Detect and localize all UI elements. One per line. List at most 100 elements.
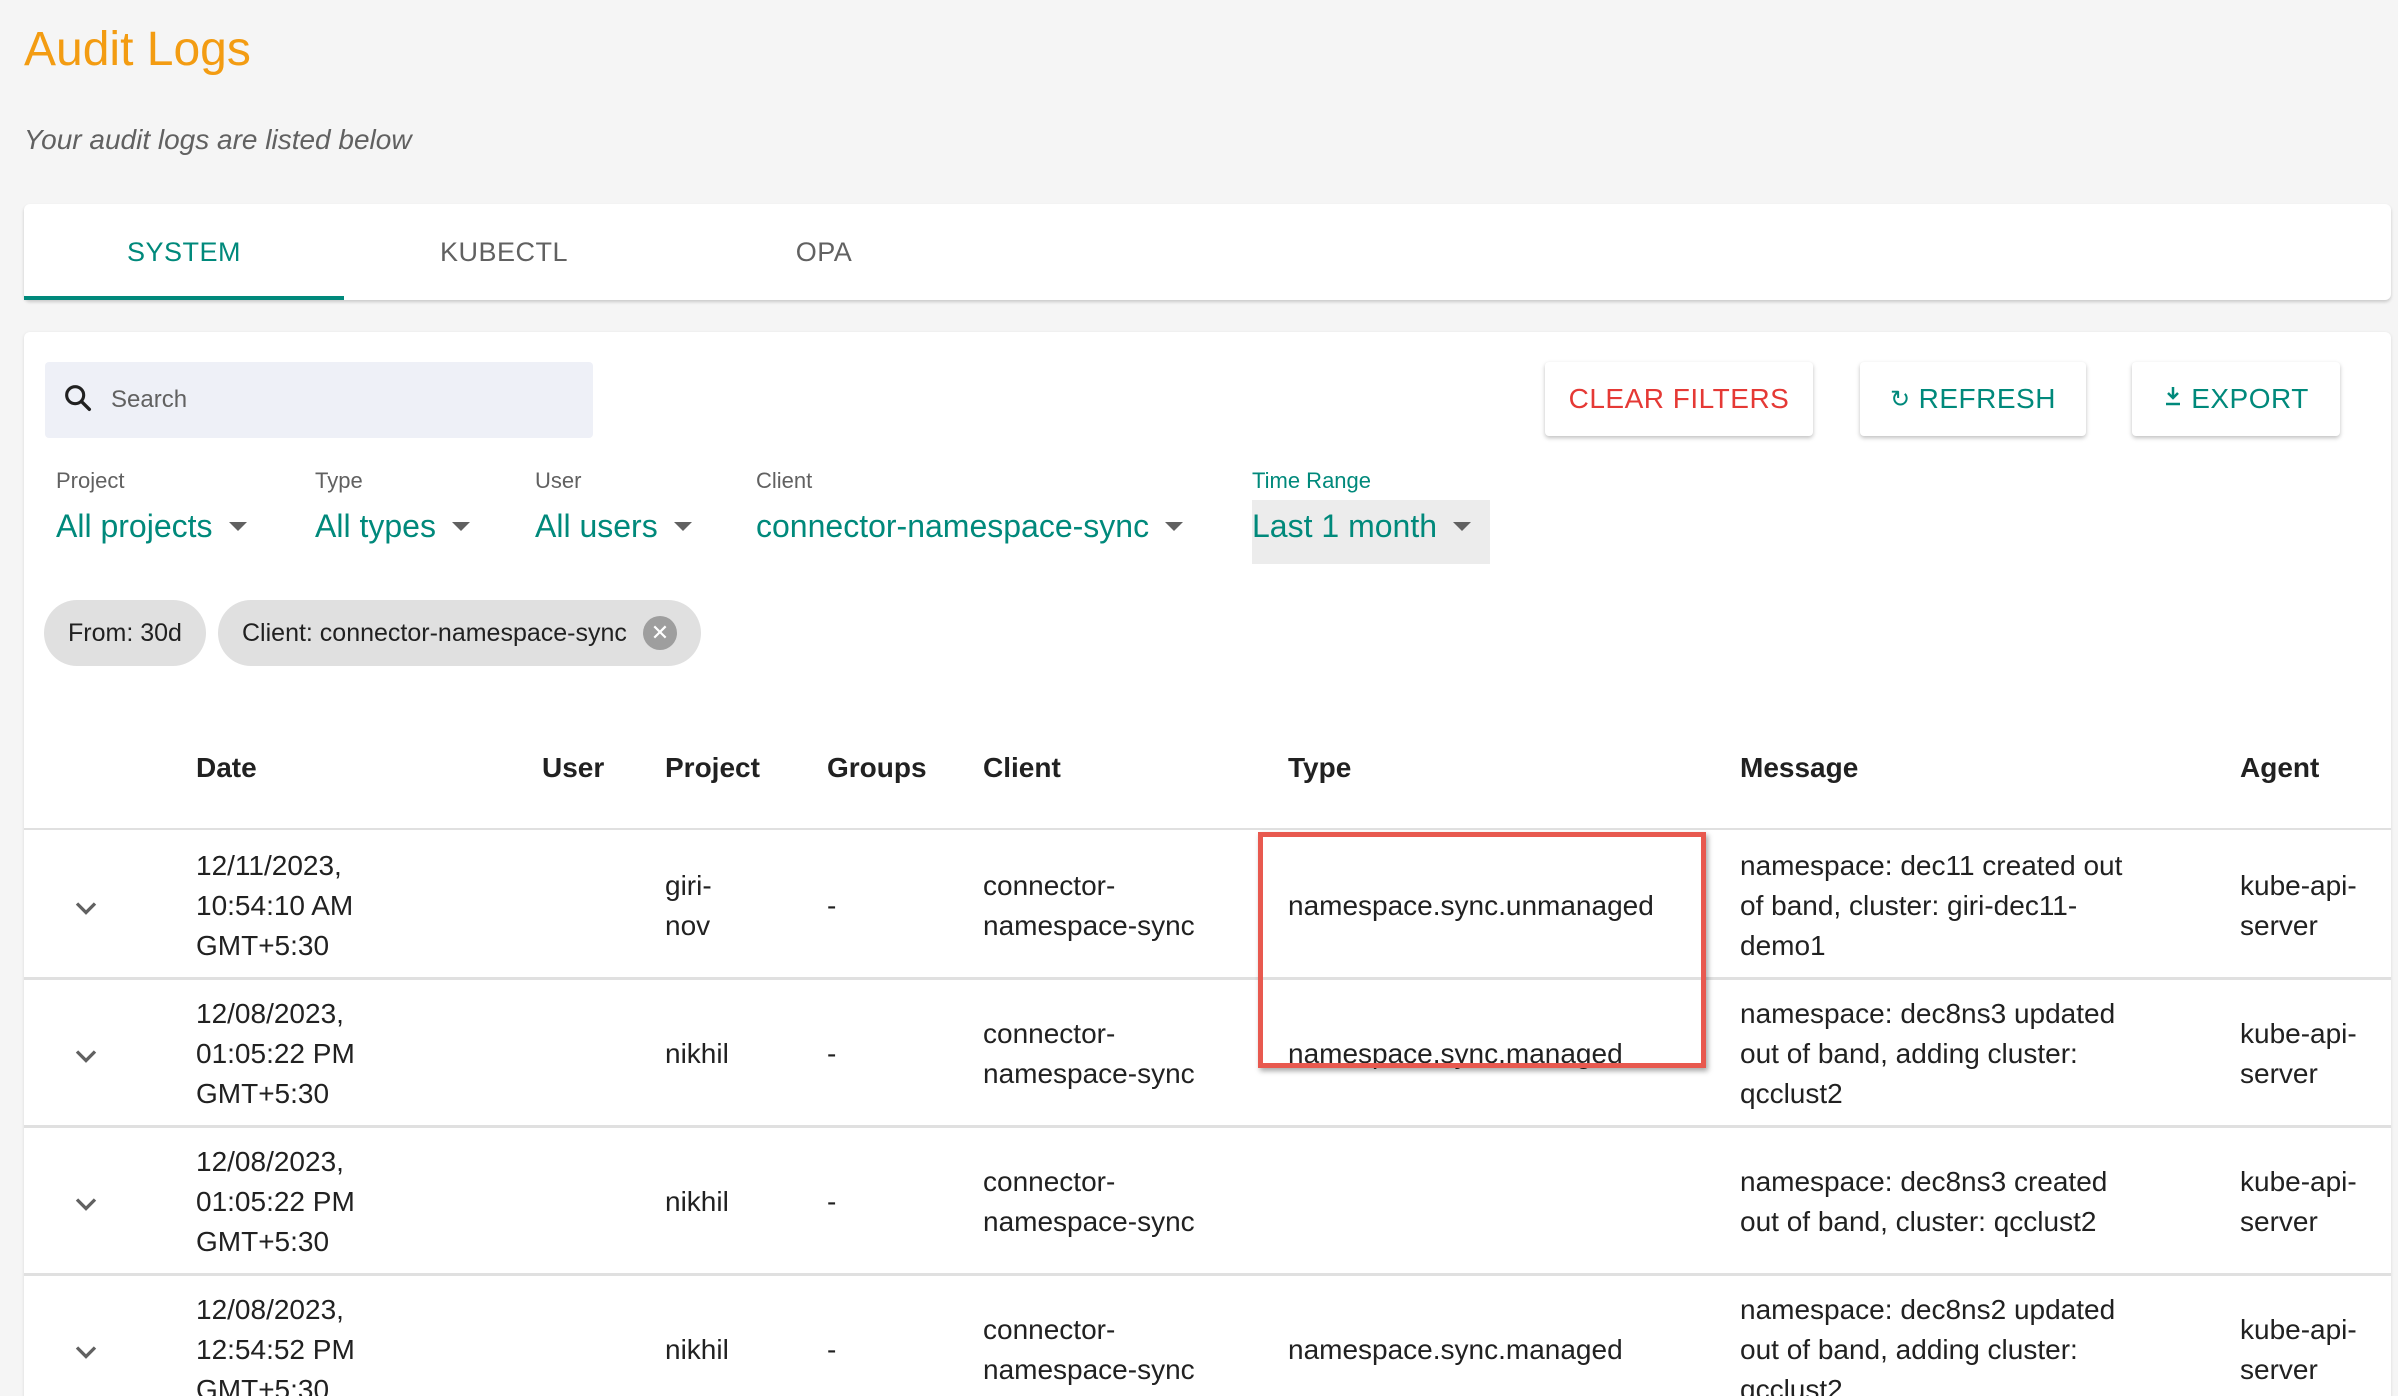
client-filter[interactable]: Client connector-namespace-sync (756, 468, 1184, 545)
user-filter-label: User (535, 468, 582, 493)
cell-message-line: namespace: dec8ns3 updated (1740, 998, 2116, 1029)
user-filter[interactable]: User All users (535, 468, 692, 545)
table-row[interactable]: 12/08/2023, 12:54:52 PM GMT+5:30 nikhil - con… (24, 1276, 2391, 1396)
cell-date: 12/08/2023, 12:54:52 PM GMT+5:30 (196, 1276, 355, 1396)
refresh-icon: ↻ (1890, 385, 1911, 413)
chevron-down-icon[interactable] (68, 1186, 104, 1222)
cell-date-line: 10:54:10 AM (196, 890, 354, 921)
column-header-project[interactable]: Project (665, 752, 760, 784)
tab-bar: SYSTEM KUBECTL OPA (24, 204, 2391, 300)
clear-filters-button[interactable]: CLEAR FILTERS (1545, 362, 1813, 436)
cell-client: connector-namespace-sync (983, 832, 1195, 980)
cell-project-line: nikhil (665, 1186, 729, 1217)
dropdown-caret-icon (1165, 522, 1184, 531)
download-icon (2163, 385, 2183, 414)
cell-message-line: of band, cluster: giri-dec11- (1740, 890, 2078, 921)
cell-type: namespace.sync.unmanaged (1288, 832, 1654, 980)
filter-chip-from[interactable]: From: 30d (44, 600, 206, 666)
tab-kubectl[interactable]: KUBECTL (344, 204, 664, 300)
cell-agent-line: server (2240, 910, 2318, 941)
cell-groups-value: - (827, 890, 837, 921)
column-header-agent[interactable]: Agent (2240, 752, 2319, 784)
page-subtitle: Your audit logs are listed below (24, 124, 412, 155)
type-filter-value: All types (315, 508, 436, 544)
cell-groups-value: - (827, 1038, 837, 1069)
column-header-date[interactable]: Date (196, 752, 257, 784)
cell-message: namespace: dec8ns3 created out of band, c… (1740, 1128, 2107, 1276)
table-header: Date User Project Groups Client Type Mes… (24, 712, 2391, 830)
cell-client-line: connector- (983, 1018, 1116, 1049)
cell-message-line: demo1 (1740, 930, 1826, 961)
cell-message: namespace: dec8ns2 updated out of band, a… (1740, 1276, 2115, 1396)
dropdown-caret-icon (451, 522, 470, 531)
cell-project: nikhil (665, 980, 729, 1128)
time-range-filter[interactable]: Time Range Last 1 month (1252, 468, 1471, 545)
dropdown-caret-icon (228, 522, 247, 531)
time-range-filter-value: Last 1 month (1252, 508, 1437, 544)
column-header-message[interactable]: Message (1740, 752, 1858, 784)
cell-date-line: GMT+5:30 (196, 1226, 330, 1257)
cell-date-line: GMT+5:30 (196, 930, 330, 961)
refresh-label: REFRESH (1918, 383, 2056, 414)
search-box[interactable] (45, 362, 593, 438)
tab-system[interactable]: SYSTEM (24, 204, 344, 300)
chevron-down-icon[interactable] (68, 890, 104, 926)
active-tab-indicator (24, 296, 344, 300)
cell-message-line: namespace: dec8ns3 created (1740, 1166, 2108, 1197)
page-title: Audit Logs (24, 23, 251, 76)
cell-client-line: namespace-sync (983, 910, 1195, 941)
chip-label: From: 30d (68, 618, 182, 647)
cell-date-line: 12/08/2023, (196, 998, 344, 1029)
chevron-down-icon[interactable] (68, 1038, 104, 1074)
chevron-down-icon[interactable] (68, 1334, 104, 1370)
type-filter-label: Type (315, 468, 363, 493)
cell-groups-value: - (827, 1186, 837, 1217)
refresh-button[interactable]: ↻ REFRESH (1860, 362, 2086, 436)
tab-opa[interactable]: OPA (664, 204, 984, 300)
client-filter-label: Client (756, 468, 813, 493)
cell-message-line: out of band, adding cluster: (1740, 1038, 2078, 1069)
column-header-type[interactable]: Type (1288, 752, 1351, 784)
cell-agent: kube-api-server (2240, 832, 2357, 980)
search-input[interactable] (111, 386, 571, 414)
cell-client-line: namespace-sync (983, 1058, 1195, 1089)
cell-project-line: nikhil (665, 1334, 729, 1365)
cell-project: nikhil (665, 1276, 729, 1396)
cell-date-line: 01:05:22 PM (196, 1186, 355, 1217)
dropdown-caret-icon (1453, 522, 1471, 531)
table-row[interactable]: 12/08/2023, 01:05:22 PM GMT+5:30 nikhil - con… (24, 980, 2391, 1128)
cell-client: connector-namespace-sync (983, 980, 1195, 1128)
chip-label: Client: connector-namespace-sync (242, 618, 627, 647)
column-header-groups[interactable]: Groups (827, 752, 927, 784)
cell-client-line: connector- (983, 1166, 1116, 1197)
cell-agent-line: server (2240, 1206, 2318, 1237)
cell-date-line: 12:54:52 PM (196, 1334, 355, 1365)
cell-agent-line: server (2240, 1058, 2318, 1089)
time-range-filter-label: Time Range (1252, 468, 1372, 493)
column-header-user[interactable]: User (542, 752, 604, 784)
cell-client-line: connector- (983, 870, 1116, 901)
cell-project: giri-nov (665, 832, 712, 980)
cell-groups: - (827, 1128, 836, 1276)
export-label: EXPORT (2191, 383, 2309, 414)
cell-client-line: connector- (983, 1314, 1116, 1345)
dropdown-caret-icon (673, 522, 692, 531)
cell-message: namespace: dec11 created out of band, clu… (1740, 832, 2122, 980)
cell-date-line: GMT+5:30 (196, 1078, 330, 1109)
type-filter[interactable]: Type All types (315, 468, 470, 545)
project-filter-label: Project (56, 468, 125, 493)
client-filter-value: connector-namespace-sync (756, 508, 1150, 544)
table-row[interactable]: 12/11/2023, 10:54:10 AM GMT+5:30 giri-nov - c… (24, 832, 2391, 980)
export-button[interactable]: EXPORT (2132, 362, 2340, 436)
project-filter[interactable]: Project All projects (56, 468, 247, 545)
filter-chip-client[interactable]: Client: connector-namespace-sync ✕ (218, 600, 701, 666)
table-row[interactable]: 12/08/2023, 01:05:22 PM GMT+5:30 nikhil - con… (24, 1128, 2391, 1276)
cell-date: 12/08/2023, 01:05:22 PM GMT+5:30 (196, 1128, 355, 1276)
close-circle-icon[interactable]: ✕ (642, 616, 677, 650)
cell-agent-line: kube-api- (2240, 1314, 2357, 1345)
cell-client-line: namespace-sync (983, 1354, 1195, 1385)
cell-message-line: namespace: dec11 created out (1740, 850, 2123, 881)
cell-project-line: nov (665, 910, 711, 941)
cell-agent-line: kube-api- (2240, 1018, 2357, 1049)
column-header-client[interactable]: Client (983, 752, 1061, 784)
